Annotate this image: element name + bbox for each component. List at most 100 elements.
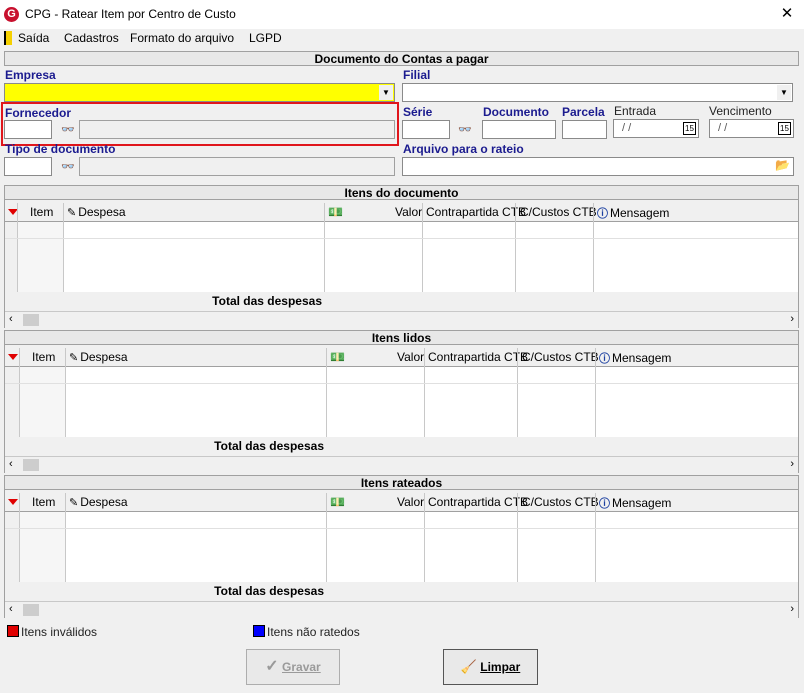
- binoculars-icon[interactable]: 👓: [458, 123, 472, 136]
- col-valor[interactable]: Valor: [397, 495, 424, 509]
- invalid-color-swatch: [7, 625, 19, 637]
- menu-cadastros[interactable]: Cadastros: [64, 31, 119, 45]
- serie-input[interactable]: [402, 120, 450, 139]
- not-rated-color-swatch: [253, 625, 265, 637]
- money-icon: 💵: [330, 495, 345, 509]
- app-logo-icon: G: [4, 7, 19, 22]
- not-rated-legend-label: Itens não ratedos: [267, 625, 360, 639]
- close-button[interactable]: ✕: [776, 4, 798, 24]
- grid-body[interactable]: [65, 512, 798, 582]
- grid-item-column: [19, 512, 65, 582]
- col-item[interactable]: Item: [32, 495, 55, 509]
- col-contrapartida[interactable]: Contrapartida CTB: [428, 350, 528, 364]
- scroll-right-icon[interactable]: ›: [790, 603, 794, 615]
- col-valor[interactable]: Valor: [395, 205, 422, 219]
- col-item[interactable]: Item: [30, 205, 53, 219]
- vencimento-date-value: / /: [718, 122, 728, 134]
- horizontal-scrollbar[interactable]: ‹ ›: [5, 456, 798, 473]
- grid-item-column: [17, 222, 63, 292]
- scroll-right-icon[interactable]: ›: [790, 458, 794, 470]
- arquivo-input[interactable]: 📂: [402, 157, 794, 176]
- checkmark-icon: ✓: [265, 658, 279, 675]
- documento-label: Documento: [483, 105, 549, 119]
- filial-label: Filial: [403, 68, 431, 82]
- total-despesas-label: Total das despesas: [212, 294, 322, 308]
- col-item[interactable]: Item: [32, 350, 55, 364]
- vencimento-date-input[interactable]: / / 15: [709, 119, 794, 138]
- money-icon: 💵: [330, 350, 345, 364]
- col-despesa[interactable]: ✎ Despesa: [69, 495, 128, 509]
- invalid-legend-label: Itens inválidos: [21, 625, 98, 639]
- chevron-down-icon[interactable]: ▼: [379, 85, 393, 100]
- calendar-icon[interactable]: 15: [683, 122, 696, 135]
- scroll-thumb[interactable]: [23, 459, 39, 471]
- horizontal-scrollbar[interactable]: ‹ ›: [5, 601, 798, 618]
- items-lidos-panel: Itens lidos Item ✎ Despesa 💵 Valor Contra…: [4, 330, 799, 473]
- menu-formato-arquivo[interactable]: Formato do arquivo: [130, 31, 234, 45]
- entrada-date-input[interactable]: / / 15: [613, 119, 699, 138]
- col-ccustos[interactable]: C/Custos CTB: [522, 495, 599, 509]
- grid-title: Itens do documento: [4, 185, 799, 200]
- parcela-input[interactable]: [562, 120, 607, 139]
- window-title: CPG - Ratear Item por Centro de Custo: [25, 7, 236, 21]
- col-ccustos[interactable]: C/Custos CTB: [520, 205, 597, 219]
- grid-body[interactable]: [63, 222, 798, 292]
- total-despesas-label: Total das despesas: [214, 584, 324, 598]
- scroll-left-icon[interactable]: ‹: [9, 458, 13, 470]
- gravar-button[interactable]: ✓ Gravar: [246, 649, 340, 685]
- col-contrapartida[interactable]: Contrapartida CTB: [426, 205, 526, 219]
- calendar-icon[interactable]: 15: [778, 122, 791, 135]
- entrada-label: Entrada: [614, 104, 657, 118]
- chevron-down-icon[interactable]: ▼: [777, 85, 791, 100]
- document-section-title: Documento do Contas a pagar: [4, 51, 799, 66]
- grid-title: Itens lidos: [4, 330, 799, 345]
- documento-input[interactable]: [482, 120, 556, 139]
- scroll-right-icon[interactable]: ›: [790, 313, 794, 325]
- filial-select[interactable]: ▼: [402, 83, 793, 102]
- total-despesas-label: Total das despesas: [214, 439, 324, 453]
- grid-header: Item ✎ Despesa 💵 Valor Contrapartida CTB …: [5, 348, 798, 367]
- edit-icon: ✎: [69, 497, 79, 509]
- col-mensagem[interactable]: ⓘ Mensagem: [599, 495, 671, 511]
- scroll-left-icon[interactable]: ‹: [9, 313, 13, 325]
- info-icon: ⓘ: [599, 353, 610, 365]
- red-triangle-icon: [8, 354, 18, 360]
- grid-header: Item ✎ Despesa 💵 Valor Contrapartida CTB …: [5, 203, 798, 222]
- tipo-documento-input[interactable]: [4, 157, 52, 176]
- col-valor[interactable]: Valor: [397, 350, 424, 364]
- tipo-documento-name-field: [79, 157, 395, 176]
- col-despesa[interactable]: ✎ Despesa: [67, 205, 126, 219]
- info-icon: ⓘ: [599, 498, 610, 510]
- exit-door-icon: [4, 31, 12, 45]
- empresa-label: Empresa: [5, 68, 56, 82]
- col-contrapartida[interactable]: Contrapartida CTB: [428, 495, 528, 509]
- col-despesa[interactable]: ✎ Despesa: [69, 350, 128, 364]
- parcela-label: Parcela: [562, 105, 605, 119]
- scroll-thumb[interactable]: [23, 604, 39, 616]
- menu-saida[interactable]: Saída: [18, 31, 49, 45]
- limpar-button[interactable]: 🧹 Limpar: [443, 649, 538, 685]
- serie-label: Série: [403, 105, 433, 119]
- scroll-left-icon[interactable]: ‹: [9, 603, 13, 615]
- menu-lgpd[interactable]: LGPD: [249, 31, 282, 45]
- binoculars-icon[interactable]: 👓: [61, 160, 75, 173]
- grid-header: Item ✎ Despesa 💵 Valor Contrapartida CTB …: [5, 493, 798, 512]
- horizontal-scrollbar[interactable]: ‹ ›: [5, 311, 798, 328]
- empresa-select[interactable]: ▼: [4, 83, 395, 102]
- items-documento-panel: Itens do documento Item ✎ Despesa 💵 Valor…: [4, 185, 799, 328]
- menu-bar: [0, 29, 804, 48]
- grid-body[interactable]: [65, 367, 798, 437]
- limpar-label: Limpar: [480, 660, 521, 674]
- col-mensagem[interactable]: ⓘ Mensagem: [599, 350, 671, 366]
- col-ccustos[interactable]: C/Custos CTB: [522, 350, 599, 364]
- edit-icon: ✎: [69, 352, 79, 364]
- tipo-documento-label: Tipo de documento: [5, 142, 116, 156]
- gravar-label: Gravar: [282, 660, 321, 674]
- vencimento-label: Vencimento: [709, 104, 772, 118]
- arquivo-label: Arquivo para o rateio: [403, 142, 524, 156]
- col-mensagem[interactable]: ⓘ Mensagem: [597, 205, 669, 221]
- highlight-box: [1, 102, 399, 146]
- money-icon: 💵: [328, 205, 343, 219]
- folder-open-icon[interactable]: 📂: [775, 158, 790, 172]
- scroll-thumb[interactable]: [23, 314, 39, 326]
